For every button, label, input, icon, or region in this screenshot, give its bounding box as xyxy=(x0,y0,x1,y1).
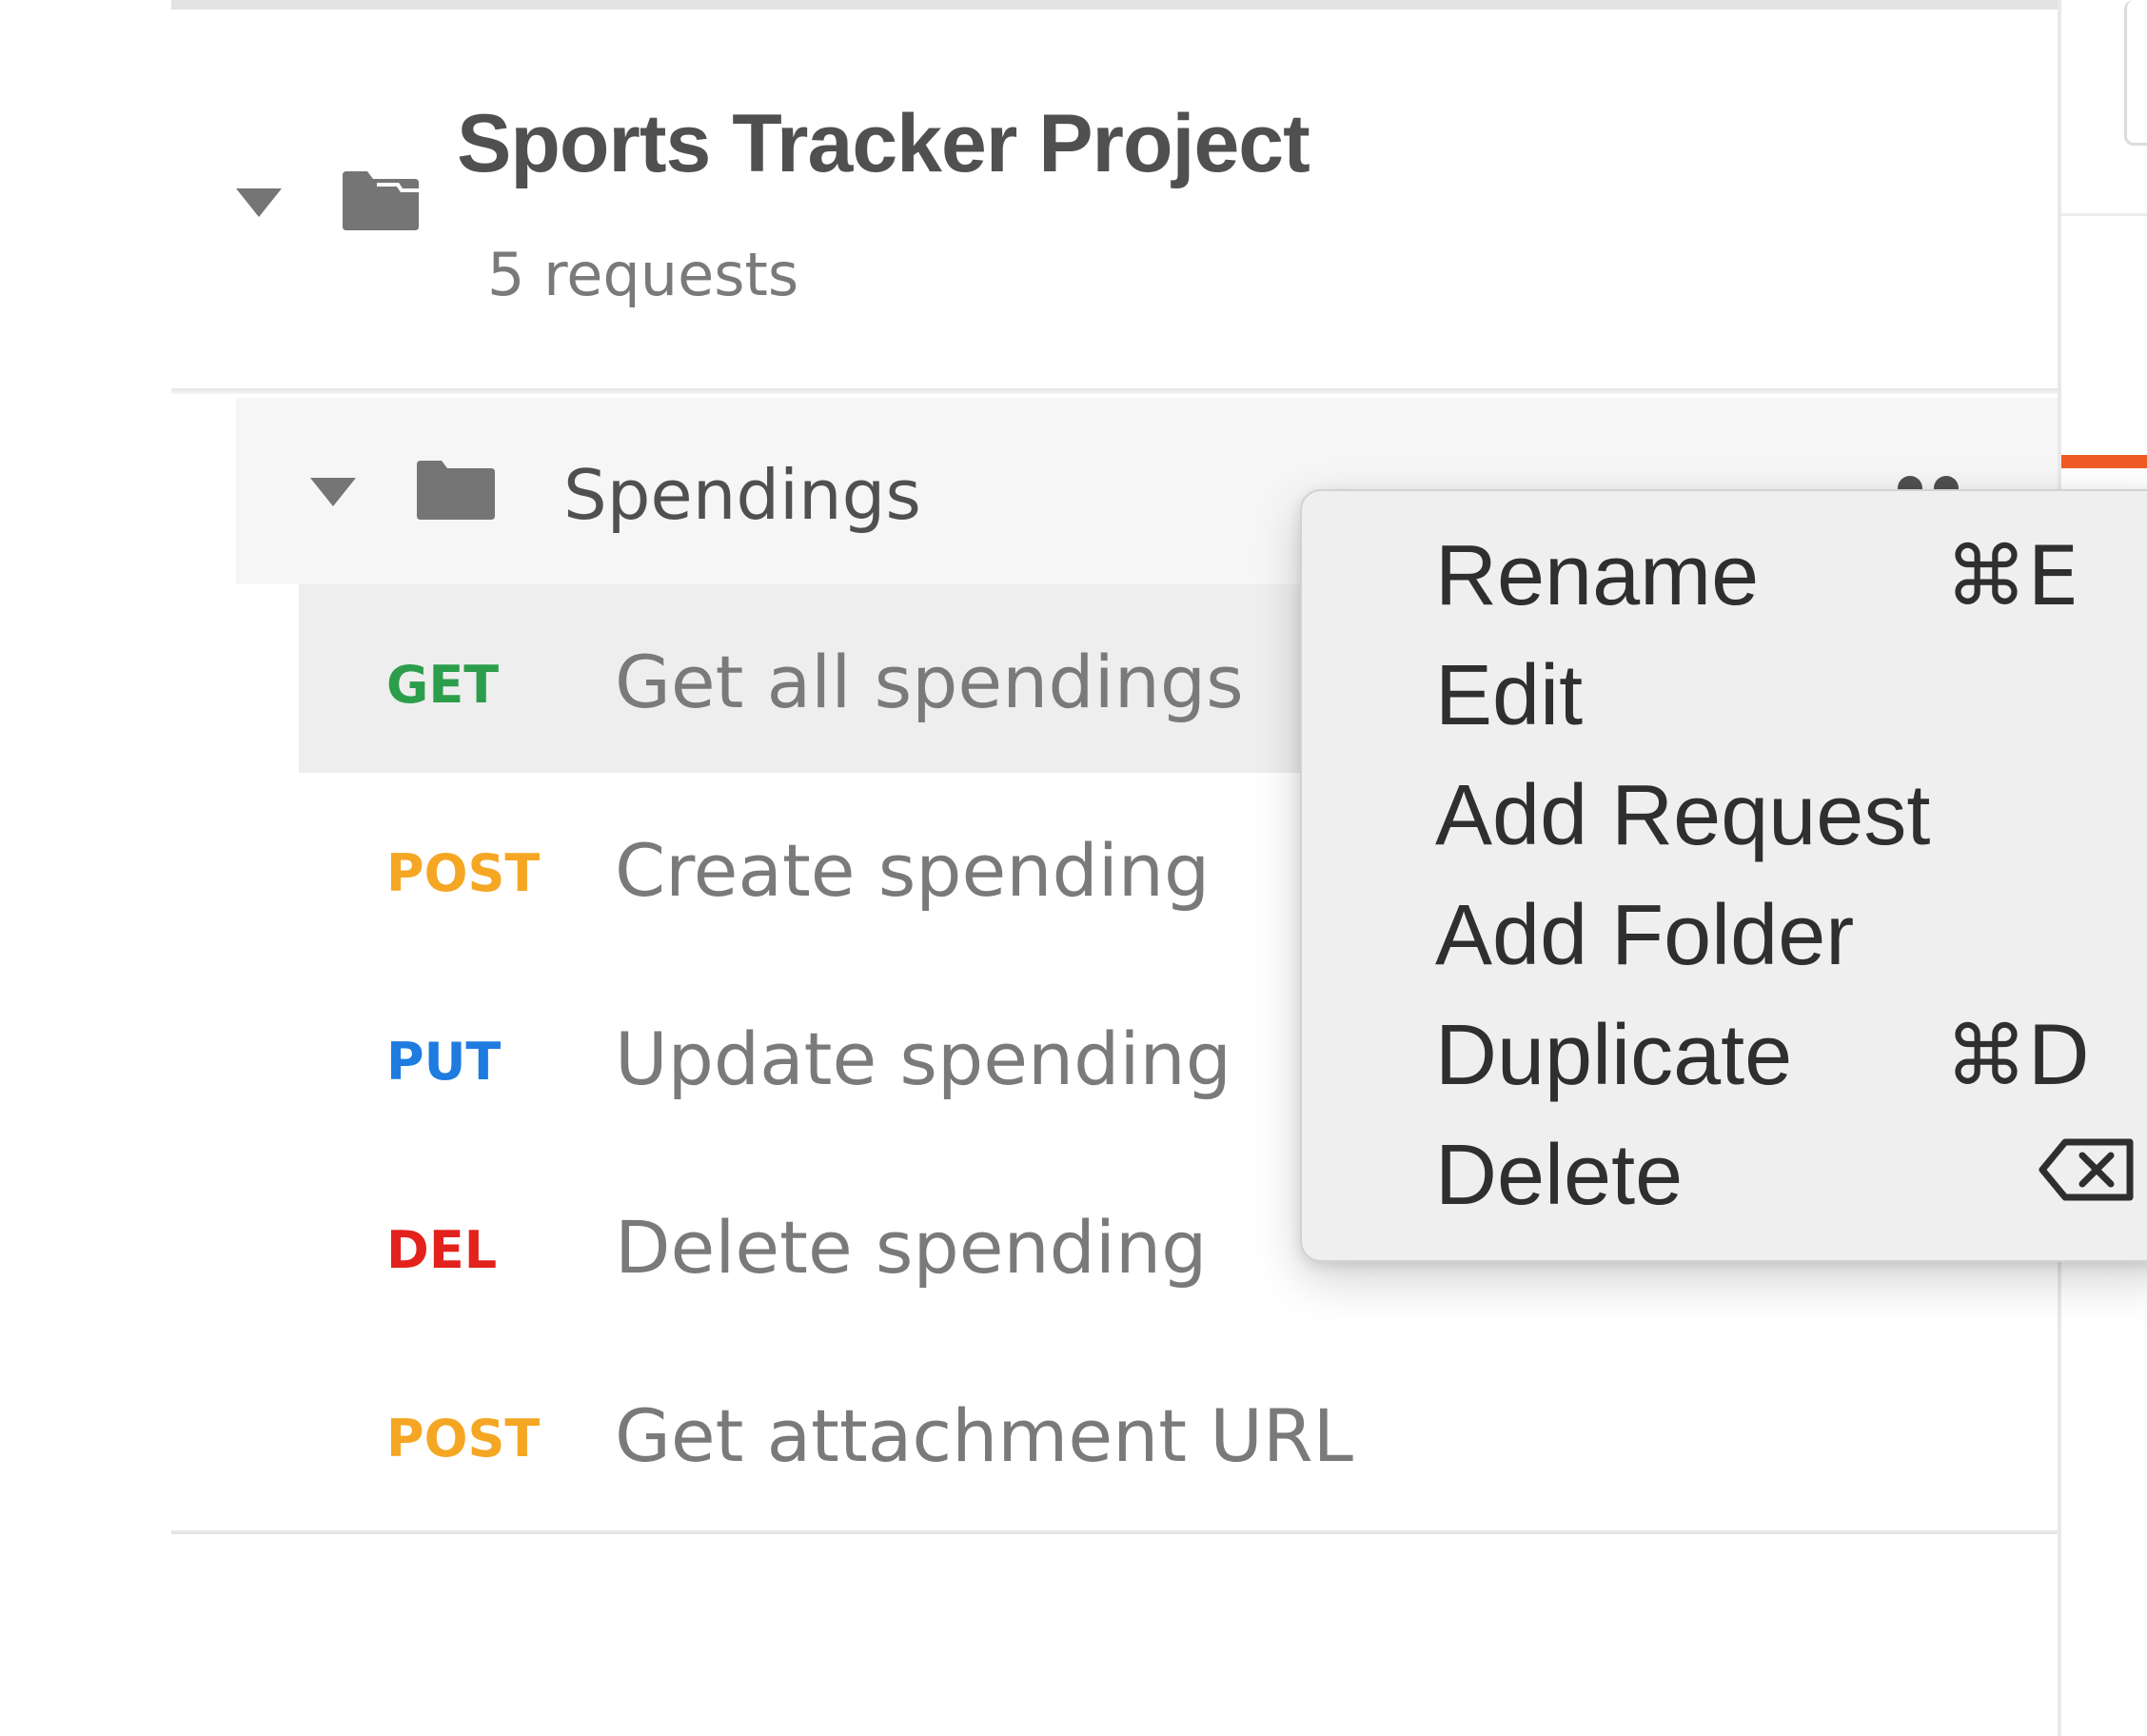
method-badge: GET xyxy=(386,655,500,715)
method-badge: POST xyxy=(386,843,541,903)
menu-item-add-request[interactable]: Add Request xyxy=(1435,767,1930,865)
right-pane-divider xyxy=(2061,213,2147,216)
right-pane-control[interactable] xyxy=(2124,0,2147,146)
caret-down-icon[interactable] xyxy=(236,188,282,217)
top-divider xyxy=(171,0,2059,10)
request-count: 5 requests xyxy=(487,240,799,309)
request-name: Get attachment URL xyxy=(615,1393,1353,1478)
app-window: Sports Tracker Project 5 requests Spendi… xyxy=(0,0,2147,1736)
menu-item-rename[interactable]: Rename xyxy=(1435,527,1759,625)
active-tab-indicator xyxy=(2061,455,2147,468)
request-name: Create spending xyxy=(615,828,1211,913)
folder-name: Spendings xyxy=(563,455,921,535)
request-name: Update spending xyxy=(615,1016,1231,1101)
delete-key-icon xyxy=(2039,1138,2134,1201)
folder-icon xyxy=(417,461,495,520)
collection-divider xyxy=(171,388,2058,394)
method-badge: POST xyxy=(386,1409,541,1469)
caret-down-icon[interactable] xyxy=(310,478,356,506)
rename-shortcut: ⌘E xyxy=(1945,529,2079,624)
menu-item-delete[interactable]: Delete xyxy=(1435,1127,1683,1225)
menu-item-add-folder[interactable]: Add Folder xyxy=(1435,887,1854,985)
duplicate-shortcut: ⌘D xyxy=(1945,1009,2091,1104)
request-name: Get all spendings xyxy=(615,640,1244,724)
method-badge: PUT xyxy=(386,1032,502,1092)
collection-title: Sports Tracker Project xyxy=(457,98,1310,189)
folder-icon xyxy=(343,171,419,230)
method-badge: DEL xyxy=(386,1220,498,1280)
request-name: Delete spending xyxy=(615,1205,1208,1290)
menu-item-duplicate[interactable]: Duplicate xyxy=(1435,1007,1792,1105)
collection-header[interactable] xyxy=(171,10,2058,392)
list-bottom-divider xyxy=(171,1530,2058,1534)
menu-item-edit[interactable]: Edit xyxy=(1435,647,1583,745)
